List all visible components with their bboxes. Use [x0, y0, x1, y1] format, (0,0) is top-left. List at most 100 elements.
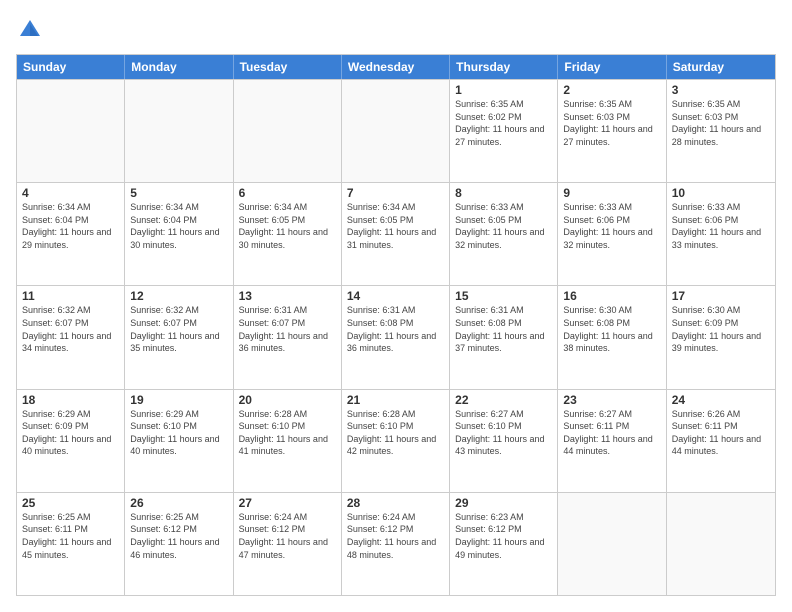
header [16, 16, 776, 44]
cal-cell-2-6: 9Sunrise: 6:33 AMSunset: 6:06 PMDaylight… [558, 183, 666, 285]
day-info: Sunrise: 6:32 AMSunset: 6:07 PMDaylight:… [22, 304, 119, 354]
cal-cell-2-2: 5Sunrise: 6:34 AMSunset: 6:04 PMDaylight… [125, 183, 233, 285]
header-friday: Friday [558, 55, 666, 79]
day-number: 12 [130, 289, 227, 303]
day-info: Sunrise: 6:25 AMSunset: 6:11 PMDaylight:… [22, 511, 119, 561]
day-info: Sunrise: 6:27 AMSunset: 6:11 PMDaylight:… [563, 408, 660, 458]
day-number: 11 [22, 289, 119, 303]
header-wednesday: Wednesday [342, 55, 450, 79]
day-info: Sunrise: 6:29 AMSunset: 6:09 PMDaylight:… [22, 408, 119, 458]
day-info: Sunrise: 6:33 AMSunset: 6:06 PMDaylight:… [672, 201, 770, 251]
day-number: 27 [239, 496, 336, 510]
day-info: Sunrise: 6:30 AMSunset: 6:09 PMDaylight:… [672, 304, 770, 354]
cal-cell-4-5: 22Sunrise: 6:27 AMSunset: 6:10 PMDayligh… [450, 390, 558, 492]
day-number: 26 [130, 496, 227, 510]
cal-cell-4-2: 19Sunrise: 6:29 AMSunset: 6:10 PMDayligh… [125, 390, 233, 492]
logo [16, 16, 48, 44]
cal-cell-5-3: 27Sunrise: 6:24 AMSunset: 6:12 PMDayligh… [234, 493, 342, 595]
cal-cell-2-4: 7Sunrise: 6:34 AMSunset: 6:05 PMDaylight… [342, 183, 450, 285]
day-info: Sunrise: 6:26 AMSunset: 6:11 PMDaylight:… [672, 408, 770, 458]
header-thursday: Thursday [450, 55, 558, 79]
day-number: 22 [455, 393, 552, 407]
day-number: 16 [563, 289, 660, 303]
day-number: 28 [347, 496, 444, 510]
page: Sunday Monday Tuesday Wednesday Thursday… [0, 0, 792, 612]
header-sunday: Sunday [17, 55, 125, 79]
day-number: 5 [130, 186, 227, 200]
day-info: Sunrise: 6:24 AMSunset: 6:12 PMDaylight:… [239, 511, 336, 561]
cal-cell-1-2 [125, 80, 233, 182]
week-row-1: 1Sunrise: 6:35 AMSunset: 6:02 PMDaylight… [17, 79, 775, 182]
day-info: Sunrise: 6:31 AMSunset: 6:08 PMDaylight:… [347, 304, 444, 354]
day-info: Sunrise: 6:35 AMSunset: 6:02 PMDaylight:… [455, 98, 552, 148]
cal-cell-4-1: 18Sunrise: 6:29 AMSunset: 6:09 PMDayligh… [17, 390, 125, 492]
calendar-body: 1Sunrise: 6:35 AMSunset: 6:02 PMDaylight… [17, 79, 775, 595]
day-number: 14 [347, 289, 444, 303]
day-info: Sunrise: 6:35 AMSunset: 6:03 PMDaylight:… [672, 98, 770, 148]
day-number: 9 [563, 186, 660, 200]
day-number: 25 [22, 496, 119, 510]
day-number: 6 [239, 186, 336, 200]
cal-cell-5-4: 28Sunrise: 6:24 AMSunset: 6:12 PMDayligh… [342, 493, 450, 595]
header-monday: Monday [125, 55, 233, 79]
calendar: Sunday Monday Tuesday Wednesday Thursday… [16, 54, 776, 596]
calendar-header-row: Sunday Monday Tuesday Wednesday Thursday… [17, 55, 775, 79]
day-info: Sunrise: 6:34 AMSunset: 6:05 PMDaylight:… [239, 201, 336, 251]
cal-cell-3-6: 16Sunrise: 6:30 AMSunset: 6:08 PMDayligh… [558, 286, 666, 388]
day-info: Sunrise: 6:32 AMSunset: 6:07 PMDaylight:… [130, 304, 227, 354]
cal-cell-2-7: 10Sunrise: 6:33 AMSunset: 6:06 PMDayligh… [667, 183, 775, 285]
day-number: 24 [672, 393, 770, 407]
cal-cell-3-4: 14Sunrise: 6:31 AMSunset: 6:08 PMDayligh… [342, 286, 450, 388]
cal-cell-2-5: 8Sunrise: 6:33 AMSunset: 6:05 PMDaylight… [450, 183, 558, 285]
day-number: 17 [672, 289, 770, 303]
cal-cell-5-2: 26Sunrise: 6:25 AMSunset: 6:12 PMDayligh… [125, 493, 233, 595]
day-info: Sunrise: 6:33 AMSunset: 6:06 PMDaylight:… [563, 201, 660, 251]
cal-cell-1-5: 1Sunrise: 6:35 AMSunset: 6:02 PMDaylight… [450, 80, 558, 182]
day-number: 20 [239, 393, 336, 407]
day-number: 4 [22, 186, 119, 200]
cal-cell-2-3: 6Sunrise: 6:34 AMSunset: 6:05 PMDaylight… [234, 183, 342, 285]
day-number: 3 [672, 83, 770, 97]
day-number: 13 [239, 289, 336, 303]
cal-cell-3-5: 15Sunrise: 6:31 AMSunset: 6:08 PMDayligh… [450, 286, 558, 388]
day-info: Sunrise: 6:34 AMSunset: 6:04 PMDaylight:… [130, 201, 227, 251]
cal-cell-4-7: 24Sunrise: 6:26 AMSunset: 6:11 PMDayligh… [667, 390, 775, 492]
cal-cell-3-1: 11Sunrise: 6:32 AMSunset: 6:07 PMDayligh… [17, 286, 125, 388]
cal-cell-5-1: 25Sunrise: 6:25 AMSunset: 6:11 PMDayligh… [17, 493, 125, 595]
day-info: Sunrise: 6:31 AMSunset: 6:07 PMDaylight:… [239, 304, 336, 354]
cal-cell-3-3: 13Sunrise: 6:31 AMSunset: 6:07 PMDayligh… [234, 286, 342, 388]
day-number: 7 [347, 186, 444, 200]
day-info: Sunrise: 6:25 AMSunset: 6:12 PMDaylight:… [130, 511, 227, 561]
logo-icon [16, 16, 44, 44]
day-number: 23 [563, 393, 660, 407]
week-row-5: 25Sunrise: 6:25 AMSunset: 6:11 PMDayligh… [17, 492, 775, 595]
day-info: Sunrise: 6:23 AMSunset: 6:12 PMDaylight:… [455, 511, 552, 561]
cal-cell-1-3 [234, 80, 342, 182]
day-info: Sunrise: 6:28 AMSunset: 6:10 PMDaylight:… [239, 408, 336, 458]
cal-cell-1-4 [342, 80, 450, 182]
cal-cell-1-1 [17, 80, 125, 182]
day-number: 21 [347, 393, 444, 407]
day-info: Sunrise: 6:31 AMSunset: 6:08 PMDaylight:… [455, 304, 552, 354]
day-number: 1 [455, 83, 552, 97]
cal-cell-1-6: 2Sunrise: 6:35 AMSunset: 6:03 PMDaylight… [558, 80, 666, 182]
day-number: 10 [672, 186, 770, 200]
day-info: Sunrise: 6:35 AMSunset: 6:03 PMDaylight:… [563, 98, 660, 148]
cal-cell-4-4: 21Sunrise: 6:28 AMSunset: 6:10 PMDayligh… [342, 390, 450, 492]
week-row-2: 4Sunrise: 6:34 AMSunset: 6:04 PMDaylight… [17, 182, 775, 285]
cal-cell-2-1: 4Sunrise: 6:34 AMSunset: 6:04 PMDaylight… [17, 183, 125, 285]
cal-cell-3-7: 17Sunrise: 6:30 AMSunset: 6:09 PMDayligh… [667, 286, 775, 388]
cal-cell-1-7: 3Sunrise: 6:35 AMSunset: 6:03 PMDaylight… [667, 80, 775, 182]
week-row-3: 11Sunrise: 6:32 AMSunset: 6:07 PMDayligh… [17, 285, 775, 388]
cal-cell-4-6: 23Sunrise: 6:27 AMSunset: 6:11 PMDayligh… [558, 390, 666, 492]
header-saturday: Saturday [667, 55, 775, 79]
day-info: Sunrise: 6:24 AMSunset: 6:12 PMDaylight:… [347, 511, 444, 561]
cal-cell-5-7 [667, 493, 775, 595]
day-number: 8 [455, 186, 552, 200]
day-number: 15 [455, 289, 552, 303]
day-info: Sunrise: 6:34 AMSunset: 6:04 PMDaylight:… [22, 201, 119, 251]
week-row-4: 18Sunrise: 6:29 AMSunset: 6:09 PMDayligh… [17, 389, 775, 492]
cal-cell-3-2: 12Sunrise: 6:32 AMSunset: 6:07 PMDayligh… [125, 286, 233, 388]
cal-cell-4-3: 20Sunrise: 6:28 AMSunset: 6:10 PMDayligh… [234, 390, 342, 492]
day-number: 2 [563, 83, 660, 97]
